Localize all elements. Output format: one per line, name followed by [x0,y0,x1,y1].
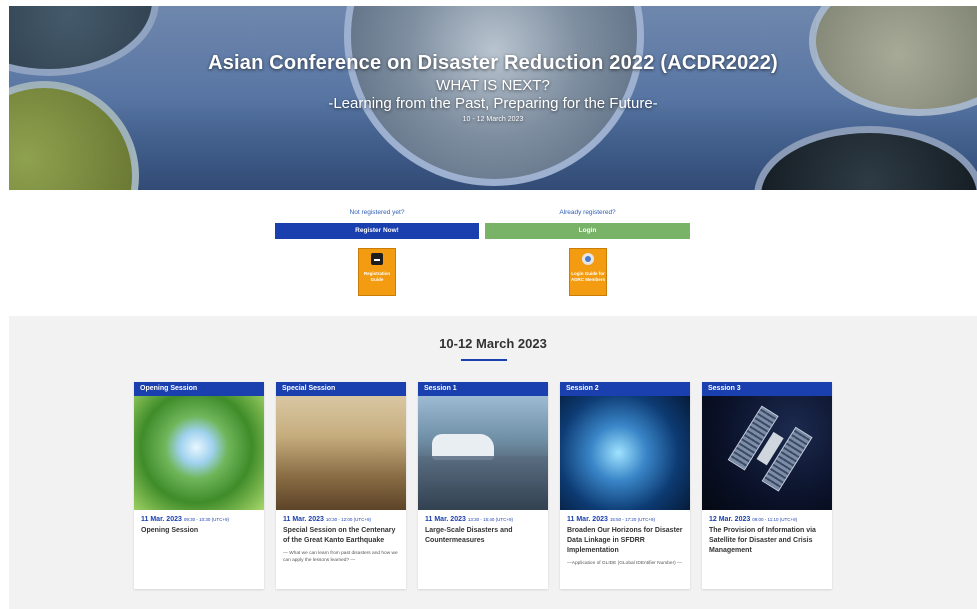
digital-data-image [560,396,690,510]
conference-dates: 10 - 12 March 2023 [462,116,524,123]
session-time: 15:50 - 17:20 (UTC+9) [609,517,656,522]
session-card-label: Session 2 [560,382,690,396]
session-card-label: Session 3 [702,382,832,396]
sessions-section: 10-12 March 2023 Opening Session 11 Mar.… [9,316,977,609]
login-column: Already registered? Login [485,208,690,239]
session-title: Broaden Our Horizons for Disaster Data L… [567,527,683,554]
session-date: 11 Mar. 2023 10:30 - 12:00 (UTC+9) [283,516,372,523]
session-subtitle: — What we can learn from past disasters … [283,551,398,563]
login-button[interactable]: Login [485,223,690,239]
session-title: The Provision of Information via Satelli… [709,527,816,554]
registration-area: Not registered yet? Register Now! Alread… [0,208,977,308]
sessions-section-title: 10-12 March 2023 [439,336,547,351]
magnifier-icon [582,253,594,265]
session-card-session-3[interactable]: Session 3 12 Mar. 2023 09:00 - 11:10 (UTC… [702,382,832,589]
session-time: 13:30 - 15:40 (UTC+9) [467,517,514,522]
book-icon [371,253,383,265]
session-date: 11 Mar. 2023 09:30 - 10:30 (UTC+9) [141,516,230,523]
historic-earthquake-photo [276,396,406,510]
session-title: Special Session on the Centenary of the … [283,527,396,544]
hero-banner: Asian Conference on Disaster Reduction 2… [9,6,977,190]
hero-text: Asian Conference on Disaster Reduction 2… [9,52,977,123]
satellite-image [702,396,832,510]
session-time: 09:30 - 10:30 (UTC+9) [183,517,230,522]
session-date: 11 Mar. 2023 13:30 - 15:40 (UTC+9) [425,516,514,523]
session-card-opening[interactable]: Opening Session 11 Mar. 2023 09:30 - 10:3… [134,382,264,589]
session-time: 09:00 - 11:10 (UTC+9) [752,517,798,522]
registration-guide-button[interactable]: Registration Guide [358,248,396,296]
session-card-label: Special Session [276,382,406,396]
session-card-label: Opening Session [134,382,264,396]
session-card-special[interactable]: Special Session 11 Mar. 2023 10:30 - 12:0… [276,382,406,589]
globe-grass-image [134,396,264,510]
conference-theme: -Learning from the Past, Preparing for t… [328,95,658,112]
register-now-button[interactable]: Register Now! [275,223,479,239]
session-card-session-1[interactable]: Session 1 11 Mar. 2023 13:30 - 15:40 (UTC… [418,382,548,589]
flooded-car-image [418,396,548,510]
session-time: 10:30 - 12:00 (UTC+9) [325,517,372,522]
satellite-icon [723,405,813,499]
session-card-label: Session 1 [418,382,548,396]
not-registered-prompt: Not registered yet? [349,209,405,216]
conference-title: Asian Conference on Disaster Reduction 2… [208,52,778,74]
session-title: Large-Scale Disasters and Countermeasure… [425,527,513,544]
session-subtitle: —Application of GLIDE (GLobal IDEntifier… [567,561,682,566]
session-date: 11 Mar. 2023 15:50 - 17:20 (UTC+9) [567,516,656,523]
session-card-session-2[interactable]: Session 2 11 Mar. 2023 15:50 - 17:20 (UTC… [560,382,690,589]
title-underline [461,359,507,361]
session-title: Opening Session [141,527,199,534]
conference-subtitle: WHAT IS NEXT? [436,77,550,94]
login-guide-button[interactable]: Login Guide for ADRC Members [569,248,607,296]
registration-guide-label: Registration Guide [363,271,391,282]
already-registered-prompt: Already registered? [559,209,616,216]
flood-water [418,456,548,510]
login-guide-label: Login Guide for ADRC Members [570,271,605,282]
session-date: 12 Mar. 2023 09:00 - 11:10 (UTC+9) [709,516,798,523]
register-column: Not registered yet? Register Now! [275,208,479,239]
